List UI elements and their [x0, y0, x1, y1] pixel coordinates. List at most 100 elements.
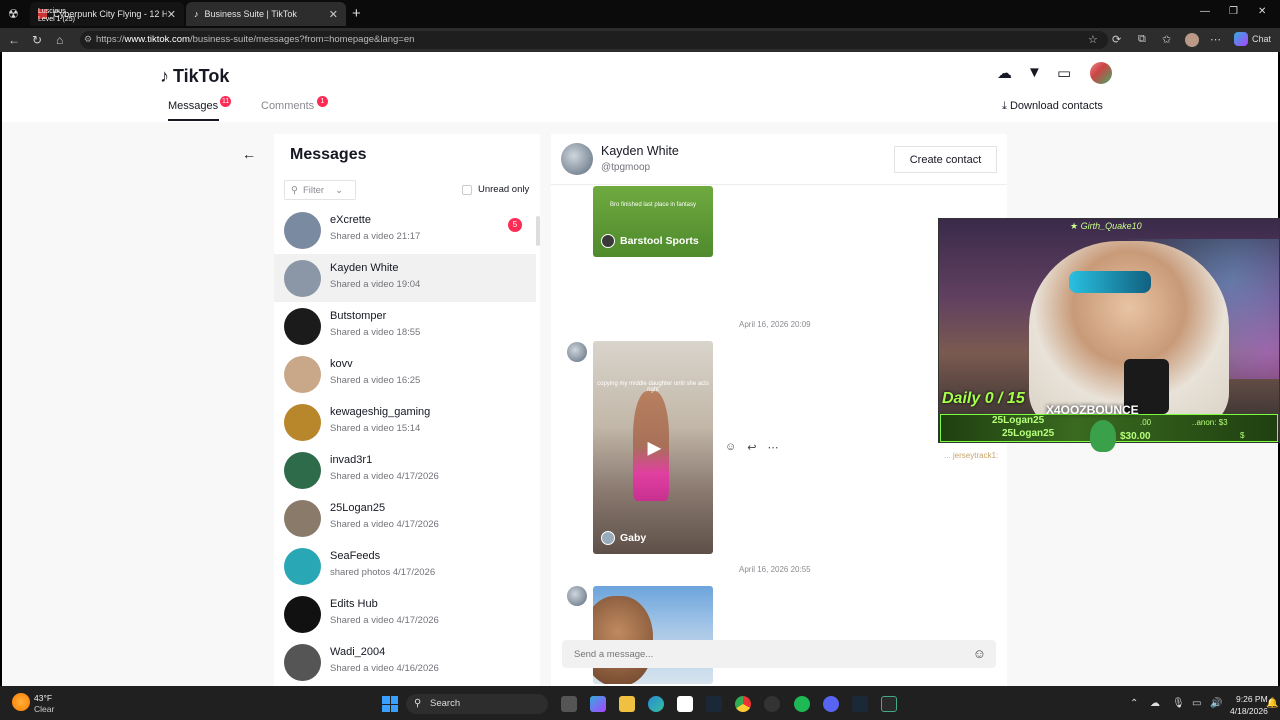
list-scrollbar[interactable] [536, 216, 540, 246]
clock-date[interactable]: 4/18/2026 [1230, 706, 1268, 716]
site-info-icon[interactable]: ⚙ [84, 34, 92, 45]
puzzle-icon[interactable]: ⧉ [1138, 33, 1146, 46]
terminal-icon[interactable] [881, 696, 897, 712]
message-timestamp: April 16, 2026 20:09 [739, 320, 811, 329]
message-input[interactable] [562, 640, 942, 668]
notification-bell-icon[interactable]: 🔔 [1266, 698, 1278, 709]
create-contact-button[interactable]: Create contact [894, 146, 997, 173]
favorite-star-icon[interactable]: ☆ [1088, 33, 1098, 46]
video-credit: Barstool Sports [601, 234, 699, 248]
conversation-row[interactable]: SeaFeeds shared photos 4/17/2026 [274, 542, 536, 590]
favorites-icon[interactable]: ✩ [1162, 33, 1171, 46]
contact-name[interactable]: Kayden White [601, 144, 679, 158]
more-menu-icon[interactable]: ⋯ [1210, 33, 1221, 46]
copilot-icon[interactable] [1234, 32, 1248, 46]
conversation-row[interactable]: Wadi_2004 Shared a video 4/16/2026 [274, 638, 536, 686]
obs-icon[interactable] [764, 696, 780, 712]
copilot-taskbar-icon[interactable] [590, 696, 606, 712]
shared-video-2[interactable]: copying my middle daughter until she act… [593, 341, 713, 554]
conversation-preview: Shared a video 18:55 [330, 327, 421, 338]
filter-dropdown[interactable]: ⚲ Filter ⌄ [284, 180, 356, 200]
conversation-name: SeaFeeds [330, 550, 381, 562]
sunglasses [1069, 271, 1151, 293]
conversation-preview: Shared a video 19:04 [330, 279, 421, 290]
reload-icon[interactable]: ↻ [32, 33, 42, 47]
close-window-icon[interactable]: ✕ [1258, 6, 1266, 17]
conversation-preview: Shared a video 21:17 [330, 231, 421, 242]
task-view-icon[interactable] [561, 696, 577, 712]
conversation-row[interactable]: kovv Shared a video 16:25 [274, 350, 536, 398]
shared-video-1[interactable]: Bro finished last place in fantasy Barst… [593, 186, 713, 257]
play-icon[interactable]: ▶ [647, 437, 661, 458]
alien-mascot-icon [1090, 420, 1116, 452]
tiktok-logo[interactable]: ♪ TikTok [160, 66, 229, 87]
discord-icon[interactable] [823, 696, 839, 712]
conversation-row[interactable]: Kayden White Shared a video 19:04 [274, 254, 536, 302]
send-filter-icon[interactable]: ▼ [1027, 64, 1042, 81]
url-prefix: https:// [96, 34, 125, 45]
new-tab-icon[interactable]: + [352, 5, 361, 22]
browser-tab-tiktok[interactable]: ♪ Business Suite | TikTok ✕ [186, 2, 346, 26]
tab-label: Business Suite | TikTok [204, 9, 297, 19]
video-caption: copying my middle daughter until she act… [597, 381, 709, 393]
unread-only-toggle[interactable]: Unread only [462, 184, 529, 195]
volume-icon[interactable]: 🔊 [1210, 698, 1222, 709]
unread-checkbox[interactable] [462, 184, 472, 195]
extension-icon[interactable]: ⟳ [1112, 33, 1121, 46]
taskbar [0, 686, 1280, 720]
edge-icon[interactable] [648, 696, 664, 712]
profile-avatar[interactable] [1185, 33, 1199, 47]
close-tab-icon[interactable]: ✕ [329, 8, 338, 21]
chat-label[interactable]: Chat [1252, 34, 1271, 44]
more-actions-icon[interactable]: ⋯ [767, 441, 778, 454]
weather-icon[interactable] [12, 693, 30, 711]
steam-icon[interactable] [706, 696, 722, 712]
user-avatar[interactable] [1090, 62, 1112, 84]
conversation-row[interactable]: Butstomper Shared a video 18:55 [274, 302, 536, 350]
search-icon: ⚲ [414, 698, 422, 709]
shared-video-3[interactable] [593, 586, 713, 684]
network-icon[interactable]: ▭ [1192, 698, 1201, 709]
store-icon[interactable] [677, 696, 693, 712]
credit-name: Barstool Sports [620, 235, 699, 247]
emoji-icon[interactable]: ☺ [973, 646, 986, 661]
download-contacts-button[interactable]: ⤓ Download contacts [1002, 100, 1103, 113]
browser-logo-icon[interactable]: ☢ [8, 7, 19, 21]
conversation-row[interactable]: 25Logan25 Shared a video 4/17/2026 [274, 494, 536, 542]
back-arrow-icon[interactable]: ← [242, 146, 256, 162]
url-field[interactable]: https://www.tiktok.com/business-suite/me… [80, 31, 1108, 49]
minimize-icon[interactable]: — [1200, 6, 1210, 17]
chrome-icon[interactable] [735, 696, 751, 712]
upload-cloud-icon[interactable]: ☁ [997, 64, 1012, 82]
conversation-name: Butstomper [330, 310, 387, 322]
conversation-row[interactable]: kewageshig_gaming Shared a video 15:14 [274, 398, 536, 446]
tab-overlay-text: Luscious Level 1 (25) [38, 8, 75, 24]
message-icon[interactable]: ▭ [1057, 64, 1071, 82]
tray-chevron-icon[interactable]: ⌃ [1130, 698, 1138, 709]
home-icon[interactable]: ⌂ [56, 33, 63, 47]
onedrive-icon[interactable]: ☁ [1150, 698, 1160, 709]
chevron-down-icon: ⌄ [335, 184, 344, 196]
file-explorer-icon[interactable] [619, 696, 635, 712]
react-emoji-icon[interactable]: ☺ [725, 441, 736, 454]
tab-comments[interactable]: Comments 1 [261, 96, 328, 112]
conversation-row[interactable]: Edits Hub Shared a video 4/17/2026 [274, 590, 536, 638]
back-nav-icon[interactable]: ← [8, 33, 20, 47]
contact-avatar[interactable] [561, 143, 593, 175]
mic-icon[interactable]: 🎙 [1172, 698, 1185, 709]
taskbar-search[interactable]: ⚲ Search [406, 694, 548, 714]
clock-time[interactable]: 9:26 PM [1236, 694, 1268, 704]
sender-avatar [567, 586, 587, 606]
maximize-icon[interactable]: ❐ [1229, 6, 1238, 17]
conversation-row[interactable]: eXcrette Shared a video 21:17 5 [274, 206, 536, 254]
start-button[interactable] [382, 696, 398, 712]
reply-icon[interactable]: ↩ [747, 441, 756, 454]
message-actions: ☺ ↩ ⋯ [725, 441, 778, 454]
active-tab-indicator [168, 119, 219, 121]
tab-messages[interactable]: Messages 11 [168, 96, 232, 112]
overlay-anon: ..anon: $3 [1192, 418, 1228, 427]
spotify-icon[interactable] [794, 696, 810, 712]
steam-app-icon[interactable] [852, 696, 868, 712]
close-tab-icon[interactable]: ✕ [167, 8, 176, 21]
conversation-row[interactable]: invad3r1 Shared a video 4/17/2026 [274, 446, 536, 494]
